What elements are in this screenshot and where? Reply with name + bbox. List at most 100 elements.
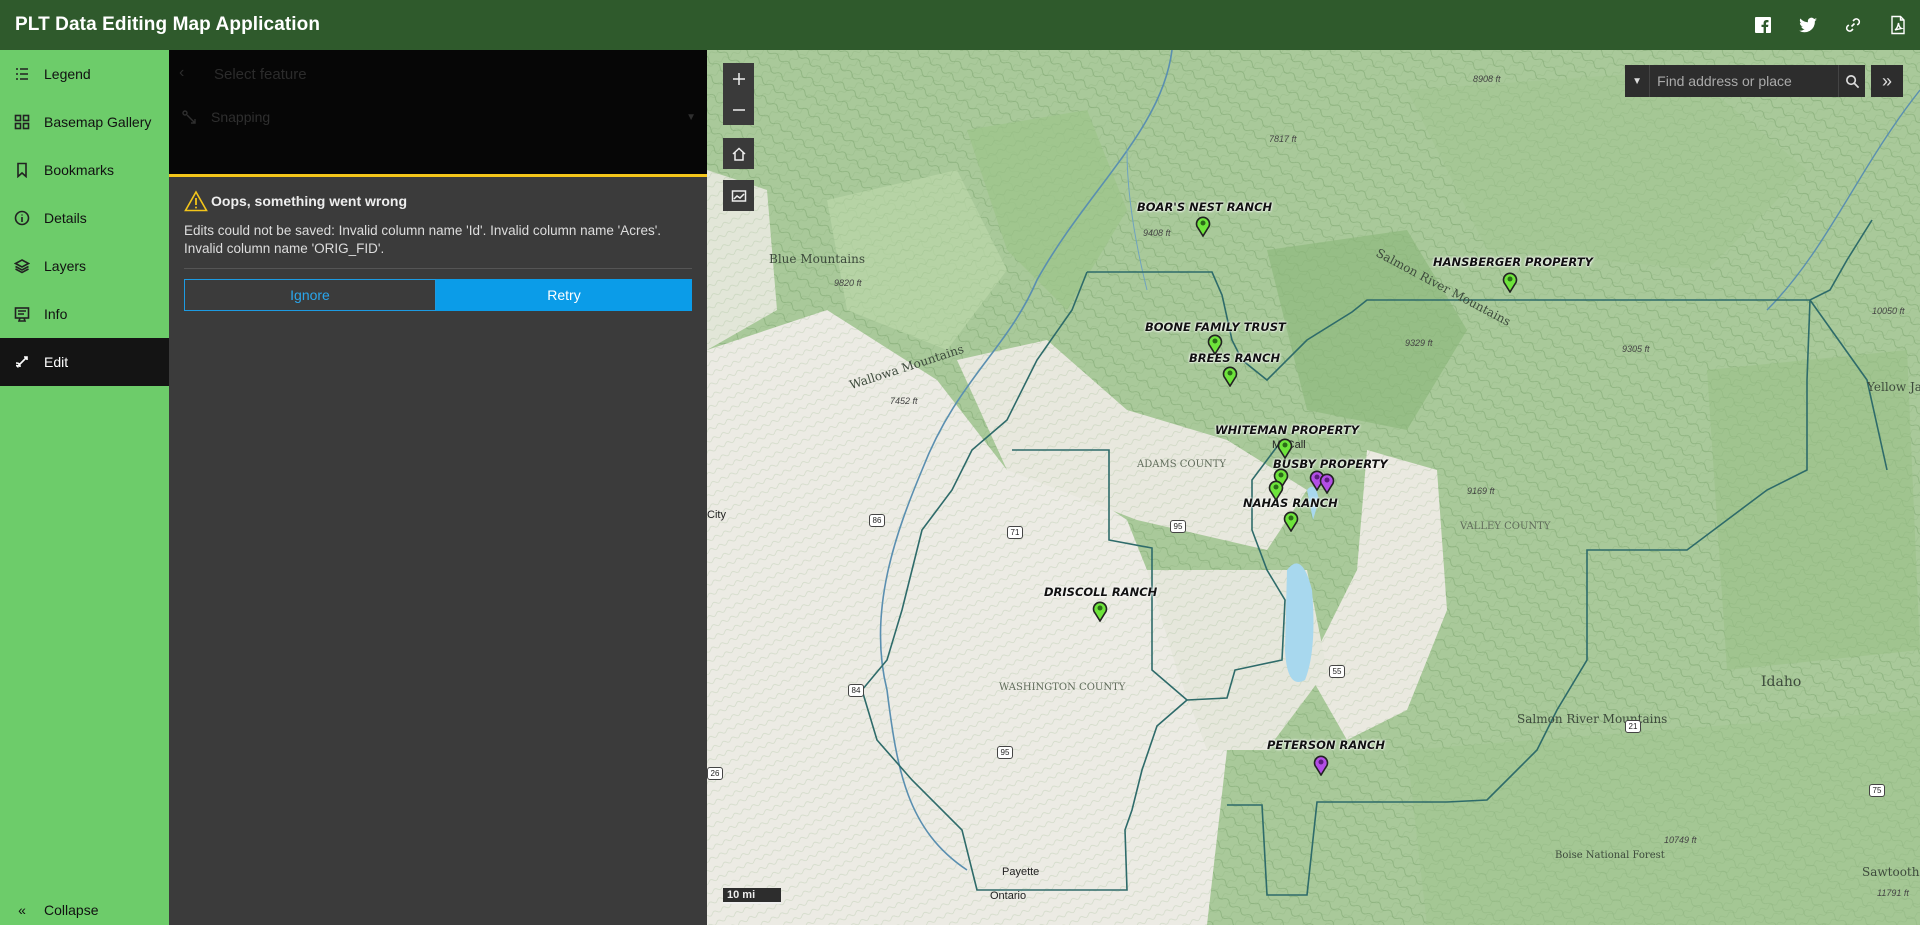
expand-panel-button[interactable]: » bbox=[1871, 65, 1903, 97]
zoom-out-button[interactable] bbox=[723, 94, 754, 125]
sidebar-item-basemap-gallery[interactable]: Basemap Gallery bbox=[0, 98, 169, 146]
sidebar-item-label: Edit bbox=[44, 354, 69, 370]
elevation-label: 7817 ft bbox=[1269, 134, 1297, 144]
map-pin-green[interactable] bbox=[1268, 480, 1284, 501]
route-shield: 71 bbox=[1007, 526, 1023, 539]
legend-icon bbox=[0, 66, 44, 82]
ignore-button[interactable]: Ignore bbox=[184, 279, 436, 311]
town-label: Ontario bbox=[990, 890, 1027, 902]
sidebar-item-bookmarks[interactable]: Bookmarks bbox=[0, 146, 169, 194]
header-toolbar bbox=[1740, 0, 1920, 50]
home-button[interactable] bbox=[723, 138, 754, 169]
sidebar-item-edit[interactable]: Edit bbox=[0, 338, 169, 386]
error-actions: Ignore Retry bbox=[184, 279, 692, 311]
app-root: PLT Data Editing Map Application Legend … bbox=[0, 0, 1920, 925]
sidebar-item-label: Basemap Gallery bbox=[44, 114, 152, 130]
app-title: PLT Data Editing Map Application bbox=[15, 14, 321, 35]
twitter-icon[interactable] bbox=[1785, 0, 1830, 50]
select-feature-heading: Select feature bbox=[214, 66, 307, 83]
ranch-label: WHITEMAN PROPERTY bbox=[1215, 423, 1360, 437]
pdf-icon[interactable] bbox=[1875, 0, 1920, 50]
ranch-label: DRISCOLL RANCH bbox=[1044, 585, 1158, 599]
divider bbox=[184, 268, 692, 269]
facebook-icon[interactable] bbox=[1740, 0, 1785, 50]
sidebar-item-legend[interactable]: Legend bbox=[0, 50, 169, 98]
sidebar-item-label: Bookmarks bbox=[44, 162, 115, 178]
map-pin-green[interactable] bbox=[1283, 511, 1299, 532]
elevation-label: 9408 ft bbox=[1143, 228, 1171, 238]
snapping-icon bbox=[182, 110, 196, 124]
elevation-label: 9329 ft bbox=[1405, 338, 1433, 348]
basemap-toggle-button[interactable] bbox=[723, 180, 754, 211]
map-view[interactable]: ▼ » Blue Mountains Wallowa Mountains Sal… bbox=[707, 50, 1920, 925]
search-icon bbox=[1845, 74, 1859, 88]
app-header: PLT Data Editing Map Application bbox=[0, 0, 1920, 50]
county-label: VALLEY COUNTY bbox=[1460, 521, 1551, 532]
elevation-label: 7452 ft bbox=[890, 396, 918, 406]
town-label: City bbox=[707, 509, 726, 521]
map-pin-purple[interactable] bbox=[1313, 755, 1329, 776]
map-pin-green[interactable] bbox=[1222, 366, 1238, 387]
route-shield: 95 bbox=[997, 746, 1013, 759]
route-shield: 55 bbox=[1329, 665, 1345, 678]
back-arrow-icon[interactable]: ‹ bbox=[179, 64, 184, 82]
sidebar-item-layers[interactable]: Layers bbox=[0, 242, 169, 290]
warning-icon bbox=[184, 190, 208, 212]
ranch-label: HANSBERGER PROPERTY bbox=[1433, 255, 1593, 269]
map-pin-green[interactable] bbox=[1207, 334, 1223, 355]
info-circle-icon bbox=[0, 210, 44, 226]
elevation-label: 11791 ft bbox=[1877, 888, 1909, 898]
county-label: ADAMS COUNTY bbox=[1137, 459, 1227, 470]
route-shield: 26 bbox=[707, 767, 723, 780]
map-pin-purple[interactable] bbox=[1319, 473, 1335, 494]
editor-overlay: ‹ Select feature Snapping ▼ bbox=[169, 50, 707, 177]
zoom-in-button[interactable] bbox=[723, 63, 754, 94]
terrain-label: Salmon River Mountains bbox=[1517, 712, 1668, 726]
search-source-dropdown[interactable]: ▼ bbox=[1625, 65, 1651, 97]
map-pin-green[interactable] bbox=[1195, 216, 1211, 237]
scale-bar: 10 mi bbox=[723, 888, 781, 904]
error-title-row: Oops, something went wrong bbox=[184, 190, 692, 212]
elevation-label: 9169 ft bbox=[1467, 486, 1495, 496]
map-pin-green[interactable] bbox=[1502, 272, 1518, 293]
search-button[interactable] bbox=[1838, 65, 1865, 97]
minus-icon bbox=[732, 108, 745, 111]
snapping-label: Snapping bbox=[211, 109, 271, 125]
double-chevron-right-icon: » bbox=[1881, 70, 1892, 91]
elevation-label: 8908 ft bbox=[1473, 74, 1501, 84]
info-panel-icon bbox=[0, 306, 44, 322]
ranch-label: BOONE FAMILY TRUST bbox=[1145, 320, 1286, 334]
terrain-label: Idaho bbox=[1761, 674, 1802, 690]
search-widget: ▼ bbox=[1625, 65, 1865, 97]
error-notice: Oops, something went wrong Edits could n… bbox=[184, 190, 692, 311]
caret-down-icon: ▼ bbox=[1632, 75, 1643, 87]
collapse-button[interactable]: « Collapse bbox=[0, 895, 169, 925]
route-shield: 21 bbox=[1625, 720, 1641, 733]
error-title: Oops, something went wrong bbox=[211, 193, 407, 209]
terrain-label: Yellow Jacket Mountains bbox=[1867, 380, 1920, 394]
elevation-label: 9820 ft bbox=[834, 278, 862, 288]
sidebar-item-label: Layers bbox=[44, 258, 87, 274]
ranch-label: PETERSON RANCH bbox=[1267, 738, 1385, 752]
elevation-label: 10749 ft bbox=[1664, 835, 1697, 845]
ranch-label: BREES RANCH bbox=[1189, 351, 1281, 365]
snapping-toggle[interactable]: Snapping ▼ bbox=[181, 105, 696, 129]
sidebar-item-info[interactable]: Info bbox=[0, 290, 169, 338]
double-chevron-left-icon: « bbox=[18, 902, 26, 918]
basemap-icon bbox=[0, 114, 44, 130]
edit-icon bbox=[0, 354, 44, 370]
map-pin-green[interactable] bbox=[1277, 438, 1293, 459]
edit-panel: ‹ Select feature Snapping ▼ Oops, someth… bbox=[169, 50, 707, 925]
sidebar-item-details[interactable]: Details bbox=[0, 194, 169, 242]
bookmark-icon bbox=[0, 162, 44, 178]
retry-button[interactable]: Retry bbox=[436, 279, 692, 311]
plus-icon bbox=[732, 72, 745, 85]
map-pin-green[interactable] bbox=[1092, 601, 1108, 622]
search-input[interactable] bbox=[1650, 65, 1839, 97]
route-shield: 84 bbox=[848, 684, 864, 697]
link-icon[interactable] bbox=[1830, 0, 1875, 50]
collapse-label: Collapse bbox=[44, 902, 99, 918]
terrain-label: Blue Mountains bbox=[769, 252, 865, 266]
route-shield: 95 bbox=[1170, 520, 1186, 533]
town-label: Payette bbox=[1002, 866, 1040, 878]
